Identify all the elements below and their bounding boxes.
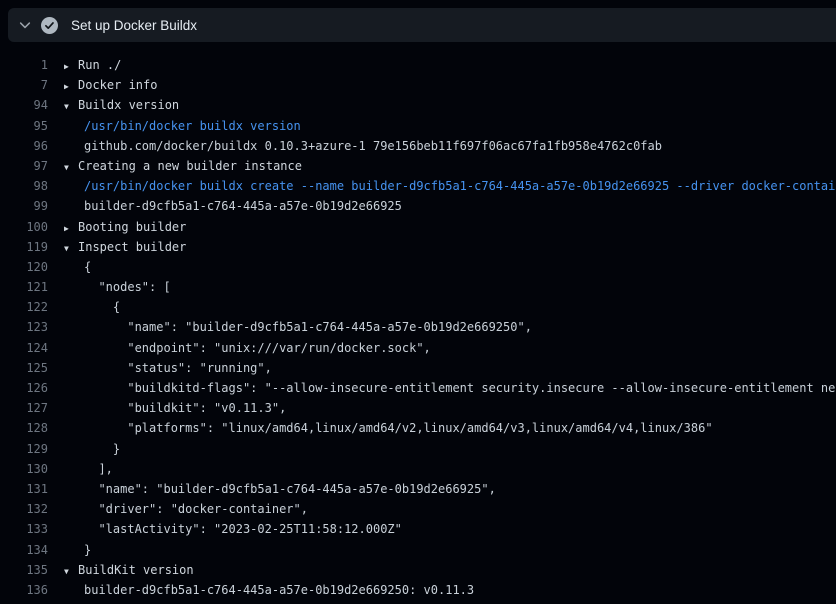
log-line: 96 github.com/docker/buildx 0.10.3+azure-…	[0, 136, 836, 156]
log-line[interactable]: 7 ▶Docker info	[0, 75, 836, 95]
log-line: 95/usr/bin/docker buildx version	[0, 116, 836, 136]
step-header[interactable]: Set up Docker Buildx	[8, 8, 836, 42]
log-line: 126 "buildkitd-flags": "--allow-insecure…	[0, 378, 836, 398]
line-number[interactable]: 120	[0, 257, 48, 277]
line-number[interactable]: 134	[0, 540, 48, 560]
log-text: {	[84, 260, 91, 274]
log-line[interactable]: 135 ▼BuildKit version	[0, 560, 836, 580]
check-circle-icon	[41, 17, 58, 34]
log-text: "platforms": "linux/amd64,linux/amd64/v2…	[84, 421, 713, 435]
triangle-down-icon[interactable]: ▼	[64, 239, 78, 257]
log-text: "name": "builder-d9cfb5a1-c764-445a-a57e…	[84, 482, 496, 496]
line-number[interactable]: 123	[0, 317, 48, 337]
log-text: {	[84, 300, 120, 314]
line-number[interactable]: 129	[0, 439, 48, 459]
triangle-right-icon[interactable]: ▶	[64, 77, 78, 95]
group-title: Booting builder	[78, 220, 186, 234]
log-line: 133 "lastActivity": "2023-02-25T11:58:12…	[0, 519, 836, 539]
log-text: "buildkit": "v0.11.3",	[84, 401, 286, 415]
line-number[interactable]: 96	[0, 136, 48, 156]
group-title: Run ./	[78, 58, 121, 72]
triangle-right-icon[interactable]: ▶	[64, 57, 78, 75]
log-line: 123 "name": "builder-d9cfb5a1-c764-445a-…	[0, 317, 836, 337]
line-number[interactable]: 128	[0, 418, 48, 438]
line-number[interactable]: 125	[0, 358, 48, 378]
triangle-down-icon[interactable]: ▼	[64, 562, 78, 580]
log-text: "driver": "docker-container",	[84, 502, 308, 516]
line-number[interactable]: 99	[0, 196, 48, 216]
log-line: 131 "name": "builder-d9cfb5a1-c764-445a-…	[0, 479, 836, 499]
log-text: "endpoint": "unix:///var/run/docker.sock…	[84, 341, 431, 355]
log-line: 136 builder-d9cfb5a1-c764-445a-a57e-0b19d…	[0, 580, 836, 600]
triangle-down-icon[interactable]: ▼	[64, 97, 78, 115]
log-text: }	[84, 442, 120, 456]
log-line: 99 builder-d9cfb5a1-c764-445a-a57e-0b19d2…	[0, 196, 836, 216]
log-line[interactable]: 119 ▼Inspect builder	[0, 237, 836, 257]
line-number[interactable]: 95	[0, 116, 48, 136]
log-line: 124 "endpoint": "unix:///var/run/docker.…	[0, 338, 836, 358]
group-title: Creating a new builder instance	[78, 159, 302, 173]
line-number[interactable]: 135	[0, 560, 48, 580]
log-line[interactable]: 94 ▼Buildx version	[0, 95, 836, 115]
line-number[interactable]: 127	[0, 398, 48, 418]
log-text: "lastActivity": "2023-02-25T11:58:12.000…	[84, 522, 402, 536]
log-line[interactable]: 100 ▶Booting builder	[0, 217, 836, 237]
log-line[interactable]: 1 ▶Run ./	[0, 55, 836, 75]
chevron-down-icon[interactable]	[17, 17, 33, 33]
log-line: 125 "status": "running",	[0, 358, 836, 378]
log-text: "name": "builder-d9cfb5a1-c764-445a-a57e…	[84, 320, 532, 334]
line-number[interactable]: 130	[0, 459, 48, 479]
line-number[interactable]: 94	[0, 95, 48, 115]
group-title: Docker info	[78, 78, 157, 92]
step-title: Set up Docker Buildx	[71, 18, 197, 33]
log-text: builder-d9cfb5a1-c764-445a-a57e-0b19d2e6…	[84, 199, 402, 213]
log-line: 122 {	[0, 297, 836, 317]
log-text: "buildkitd-flags": "--allow-insecure-ent…	[84, 381, 836, 395]
log-line: 134}	[0, 540, 836, 560]
log-text: ],	[84, 462, 113, 476]
log-line[interactable]: 97 ▼Creating a new builder instance	[0, 156, 836, 176]
line-number[interactable]: 100	[0, 217, 48, 237]
group-title: Inspect builder	[78, 240, 186, 254]
log-text: }	[84, 543, 91, 557]
line-number[interactable]: 122	[0, 297, 48, 317]
line-number[interactable]: 121	[0, 277, 48, 297]
log-line: 120 {	[0, 257, 836, 277]
triangle-down-icon[interactable]: ▼	[64, 158, 78, 176]
line-number[interactable]: 98	[0, 176, 48, 196]
line-number[interactable]: 1	[0, 55, 48, 75]
log-line: 127 "buildkit": "v0.11.3",	[0, 398, 836, 418]
line-number[interactable]: 119	[0, 237, 48, 257]
line-number[interactable]: 126	[0, 378, 48, 398]
line-number[interactable]: 124	[0, 338, 48, 358]
line-number[interactable]: 132	[0, 499, 48, 519]
group-title: BuildKit version	[78, 563, 194, 577]
line-number[interactable]: 97	[0, 156, 48, 176]
log-line: 128 "platforms": "linux/amd64,linux/amd6…	[0, 418, 836, 438]
line-number[interactable]: 7	[0, 75, 48, 95]
group-title: Buildx version	[78, 98, 179, 112]
log-line: 130 ],	[0, 459, 836, 479]
log-text: builder-d9cfb5a1-c764-445a-a57e-0b19d2e6…	[84, 583, 474, 597]
line-number[interactable]: 133	[0, 519, 48, 539]
log-text: github.com/docker/buildx 0.10.3+azure-1 …	[84, 139, 662, 153]
log-line: 98/usr/bin/docker buildx create --name b…	[0, 176, 836, 196]
log-line: 129 }	[0, 439, 836, 459]
line-number[interactable]: 131	[0, 479, 48, 499]
log-text: /usr/bin/docker buildx version	[84, 119, 301, 133]
log-text: "nodes": [	[84, 280, 171, 294]
line-number[interactable]: 136	[0, 580, 48, 600]
log-lines: 1▶Run ./7▶Docker info94▼Buildx version95…	[0, 42, 836, 604]
log-text: "status": "running",	[84, 361, 272, 375]
log-line: 132 "driver": "docker-container",	[0, 499, 836, 519]
log-text: /usr/bin/docker buildx create --name bui…	[84, 179, 836, 193]
log-line: 121 "nodes": [	[0, 277, 836, 297]
triangle-right-icon[interactable]: ▶	[64, 219, 78, 237]
